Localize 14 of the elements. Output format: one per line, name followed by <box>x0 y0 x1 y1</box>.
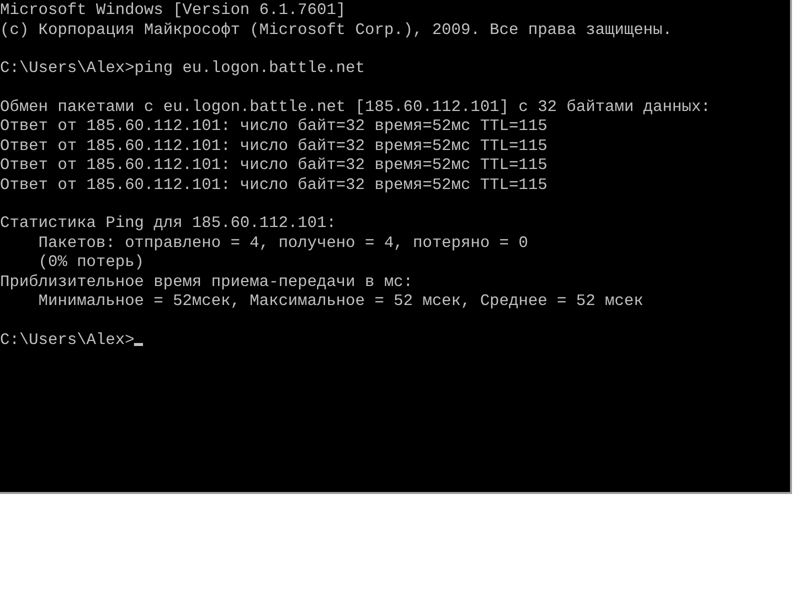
console-line: Статистика Ping для 185.60.112.101: <box>0 214 336 234</box>
console-line: (c) Корпорация Майкрософт (Microsoft Corp.), 2009. Все права защищены. <box>0 20 672 40</box>
console-line: Ответ от 185.60.112.101: число байт=32 время=52мс TTL=115 <box>0 136 548 156</box>
console-line: Ответ от 185.60.112.101: число байт=32 время=52мс TTL=115 <box>0 117 548 136</box>
console-line: Обмен пакетами с eu.logon.battle.net [185.60.112.101] с 32 байтами данных: <box>0 98 711 117</box>
console-line: Ответ от 185.60.112.101: число байт=32 время=52мс TTL=115 <box>0 156 548 176</box>
console-line: Приблизительное время приема-передачи в мс: <box>0 272 413 292</box>
console-line: Минимальное = 52мсек, Максимальное = 52 мсек, Среднее = 52 мсек <box>37 292 644 312</box>
console-line: Ответ от 185.60.112.101: число байт=32 время=52мс TTL=115 <box>0 176 548 195</box>
console-line: C:\Users\Alex>ping eu.logon.battle.net <box>0 59 365 78</box>
console-line: (0% потерь) <box>37 253 144 272</box>
console-line: Microsoft Windows [Version 6.1.7601] <box>0 1 346 20</box>
console-line: Пакетов: отправлено = 4, получено = 4, потеряно = 0 <box>37 234 528 253</box>
console-line: C:\Users\Alex> <box>0 330 134 350</box>
